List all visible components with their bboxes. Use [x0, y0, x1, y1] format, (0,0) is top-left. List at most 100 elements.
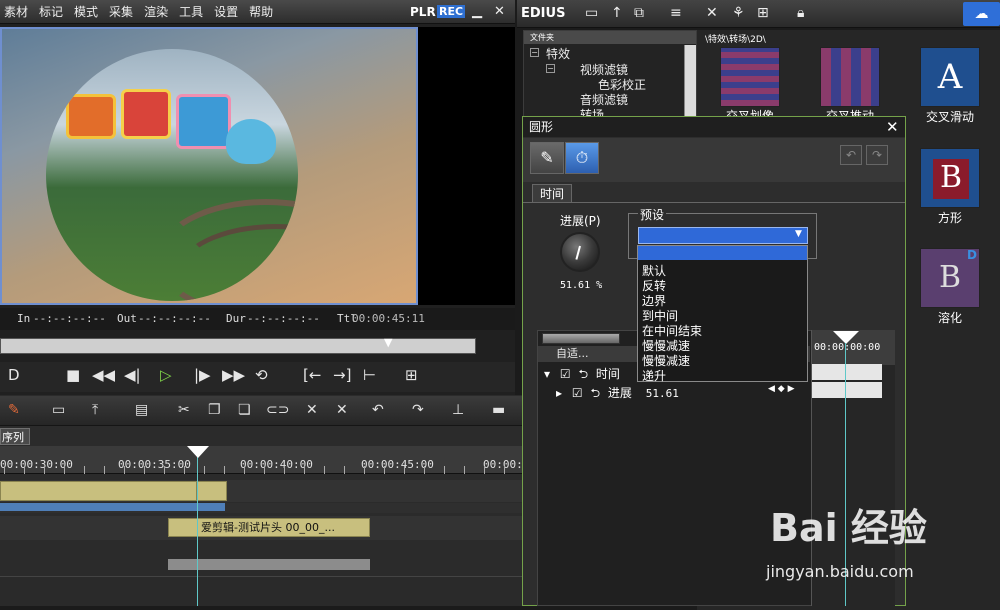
brush-icon[interactable]: ✎: [530, 142, 564, 174]
delete-icon[interactable]: ✕: [306, 402, 318, 418]
ruler-tick: [504, 466, 505, 474]
video-clip-thumbnail[interactable]: [197, 481, 227, 501]
graph-row[interactable]: [812, 364, 882, 380]
empty-track[interactable]: [0, 576, 522, 606]
stop-icon[interactable]: ■: [66, 366, 80, 384]
preset-option[interactable]: 递升: [642, 367, 666, 384]
expand-icon[interactable]: ▾: [544, 367, 550, 381]
plr-label[interactable]: PLR: [410, 5, 436, 19]
tab-time[interactable]: 时间: [532, 184, 572, 203]
close-icon[interactable]: ✕: [886, 118, 899, 136]
tree-icon[interactable]: ⧉: [634, 5, 644, 21]
redo-icon[interactable]: ↷: [866, 145, 888, 165]
dialog-title: 圆形: [523, 117, 905, 137]
transition-thumbnail[interactable]: [720, 47, 780, 107]
keyframe-row-progress[interactable]: ▸ ☑ ⮌ 进展 51.61 ◀ ◆ ▶: [538, 384, 810, 405]
transition-thumbnail[interactable]: [820, 47, 880, 107]
ruler-tick: [444, 466, 445, 474]
playhead[interactable]: [187, 446, 209, 458]
lock-icon[interactable]: 🔒︎: [797, 5, 804, 21]
menu-item[interactable]: 标记: [35, 3, 70, 20]
redo-icon[interactable]: ↷: [412, 402, 424, 418]
tree-item-effects[interactable]: 特效: [546, 45, 570, 62]
menu-item[interactable]: 采集: [105, 3, 140, 20]
menu-item[interactable]: 素材: [0, 3, 35, 20]
graph-row[interactable]: [812, 382, 882, 398]
cut-icon[interactable]: ✂: [178, 402, 190, 418]
fast-forward-icon[interactable]: ▶▶: [222, 366, 245, 384]
in-value: --:--:--:--: [33, 312, 106, 325]
ruler-tick: [84, 466, 85, 474]
audio-clip[interactable]: [168, 559, 370, 570]
checkbox-icon[interactable]: ☑: [560, 367, 571, 381]
pen-icon[interactable]: ✎: [8, 402, 20, 418]
ruler-tick: [464, 466, 465, 474]
set-in-icon[interactable]: [←: [303, 366, 321, 384]
train-car: [121, 89, 171, 139]
stopwatch-icon[interactable]: ⏱: [565, 142, 599, 174]
menu-item[interactable]: 模式: [70, 3, 105, 20]
graph-playhead[interactable]: [833, 331, 859, 344]
film-icon[interactable]: ▬: [492, 402, 505, 418]
insert-icon[interactable]: ⊢: [363, 366, 376, 384]
play-icon[interactable]: ▷: [160, 366, 172, 384]
open-icon[interactable]: ⤒: [92, 402, 98, 418]
rewind-icon[interactable]: ◀◀: [92, 366, 115, 384]
undo-icon[interactable]: ↶: [372, 402, 384, 418]
mark-icon[interactable]: Ⅾ: [8, 366, 20, 384]
delete-icon[interactable]: ✕: [706, 5, 718, 21]
up-icon[interactable]: ↑: [611, 5, 623, 21]
scrub-bar[interactable]: [0, 338, 476, 354]
transition-thumbnail[interactable]: A: [920, 47, 980, 107]
menu-item[interactable]: 渲染: [140, 3, 175, 20]
menu-item[interactable]: 工具: [175, 3, 210, 20]
step-back-icon[interactable]: ◀|: [124, 366, 141, 384]
tree-scrollbar[interactable]: [684, 45, 696, 117]
close-icon[interactable]: ✕: [494, 4, 505, 19]
copy-icon[interactable]: ❐: [208, 402, 221, 418]
title-clip[interactable]: 爱剪辑-测试片头 00_00_...: [168, 518, 370, 537]
sequence-tab[interactable]: 序列1: [0, 428, 30, 461]
video-clip[interactable]: [0, 481, 197, 501]
ruler-tick: [324, 466, 325, 474]
chevron-down-icon[interactable]: ▼: [795, 229, 802, 239]
folder-icon[interactable]: ▭: [585, 5, 598, 21]
collapse-icon[interactable]: −: [546, 64, 555, 73]
rec-label[interactable]: REC: [437, 5, 466, 18]
elephant-engine: [226, 119, 276, 164]
collapse-icon[interactable]: −: [530, 48, 539, 57]
undo-icon[interactable]: ↶: [840, 145, 862, 165]
effects-icon[interactable]: ⚘: [732, 5, 745, 21]
minimize-icon[interactable]: ▁: [472, 4, 482, 19]
layout-icon[interactable]: ≡: [670, 5, 682, 21]
ruler-tick: [144, 466, 145, 474]
ruler-tick: [4, 466, 5, 474]
set-out-icon[interactable]: →]: [333, 366, 351, 384]
preset-select[interactable]: [638, 227, 808, 244]
keyframe-value[interactable]: 51.61: [646, 387, 679, 400]
ruler-label: 00:00:35:00: [118, 458, 191, 471]
expand-icon[interactable]: ▸: [556, 386, 562, 400]
timecode-bar: In --:--:--:-- Out --:--:--:-- Dur --:--…: [0, 308, 515, 330]
zoom-slider[interactable]: [542, 333, 620, 344]
new-sequence-icon[interactable]: ▭: [52, 402, 65, 418]
ripple-delete-icon[interactable]: ✕: [336, 402, 348, 418]
save-icon[interactable]: ▤: [135, 402, 148, 418]
transition-bar[interactable]: [0, 503, 225, 511]
loop-icon[interactable]: ⟲: [255, 366, 268, 384]
overwrite-icon[interactable]: ⊞: [405, 366, 418, 384]
playhead-line: [197, 452, 198, 606]
paste-icon[interactable]: ❏: [238, 402, 251, 418]
menu-item[interactable]: 帮助: [245, 3, 280, 20]
progress-knob[interactable]: [560, 232, 600, 272]
link-icon[interactable]: ⊂⊃: [266, 402, 289, 418]
cloud-icon[interactable]: ☁: [963, 2, 1000, 26]
keyframe-nav-icon[interactable]: ◀ ◆ ▶: [768, 384, 795, 394]
view-icon[interactable]: ⊞: [757, 5, 769, 21]
step-forward-icon[interactable]: |▶: [194, 366, 211, 384]
marker-icon[interactable]: ⊥: [452, 402, 464, 418]
menu-item[interactable]: 设置: [210, 3, 245, 20]
scrub-handle[interactable]: ▼: [384, 336, 394, 350]
checkbox-icon[interactable]: ☑: [572, 386, 583, 400]
transition-thumbnail[interactable]: B: [920, 148, 980, 208]
